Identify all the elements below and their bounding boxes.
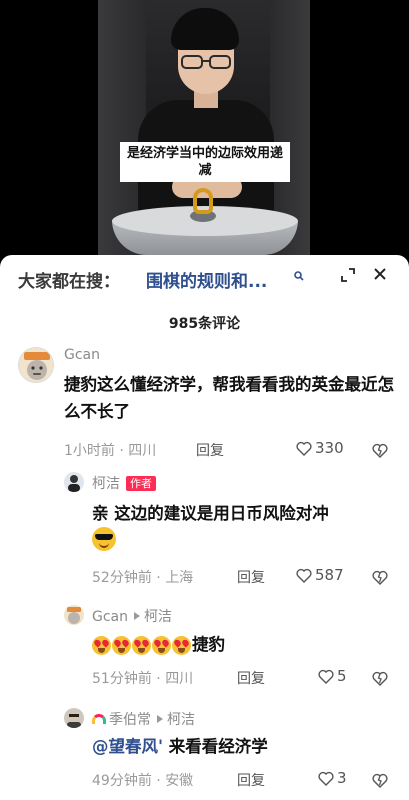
mention-link[interactable]: @望春风' — [92, 737, 163, 756]
like-button[interactable]: 330 — [296, 439, 344, 457]
glasses — [178, 55, 234, 71]
reply-arrow-icon — [157, 715, 163, 723]
like-count: 330 — [315, 439, 344, 457]
author-badge: 作者 — [126, 476, 156, 491]
avatar[interactable] — [18, 347, 54, 383]
reply-button[interactable]: 回复 — [237, 770, 265, 790]
comment-text: 亲 这边的建议是用日币风险对冲 — [92, 500, 392, 559]
like-count: 587 — [315, 566, 344, 584]
video-caption: 是经济学当中的边际效用递减 — [120, 142, 290, 182]
comment-sheet: 大家都在搜： 围棋的规则和... 985条评论 Gcan 捷豹这么懂经济学，帮我… — [0, 255, 409, 800]
search-icon[interactable] — [294, 271, 304, 281]
comment-location: 安徽 — [165, 773, 194, 789]
comment-username[interactable]: Gcan — [64, 347, 100, 363]
heart-outline-icon — [318, 771, 334, 786]
avatar[interactable] — [64, 708, 84, 728]
comment-text: 捷豹这么懂经济学，帮我看看我的英金最近怎么不长了 — [64, 375, 394, 421]
comment-time: 52分钟前 — [92, 570, 152, 586]
comment-text: @望春风' 来看看经济学 — [92, 737, 268, 756]
reply-button[interactable]: 回复 — [237, 567, 265, 587]
comment-text: 捷豹 — [92, 631, 392, 659]
comment-meta: 1小时前 · 四川 — [64, 443, 157, 459]
expand-icon[interactable] — [340, 267, 356, 283]
close-icon[interactable] — [372, 266, 388, 282]
broken-heart-icon[interactable] — [372, 772, 388, 788]
video-player[interactable]: 是经济学当中的边际效用递减 — [0, 0, 409, 255]
rainbow-emoji-icon — [92, 714, 106, 724]
search-suggestion-label: 大家都在搜： — [18, 272, 120, 292]
comment-time: 51分钟前 — [92, 671, 152, 687]
reply-button[interactable]: 回复 — [196, 440, 224, 460]
comment-time: 49分钟前 — [92, 773, 152, 789]
gadget — [193, 188, 213, 214]
comment-count: 985条评论 — [168, 316, 241, 332]
broken-heart-icon[interactable] — [372, 569, 388, 585]
comment-time: 1小时前 — [64, 443, 115, 459]
person-hair — [171, 8, 239, 50]
search-suggestion-query[interactable]: 围棋的规则和... — [146, 267, 267, 292]
reply-button[interactable]: 回复 — [237, 668, 265, 688]
like-button[interactable]: 587 — [296, 566, 344, 584]
heart-eyes-emoji-icon — [92, 632, 192, 659]
avatar[interactable] — [64, 472, 84, 492]
avatar[interactable] — [64, 605, 84, 625]
like-button[interactable]: 3 — [318, 769, 347, 787]
like-count: 5 — [337, 667, 347, 685]
sunglasses-emoji-icon — [92, 527, 116, 551]
comment-meta: 51分钟前 · 四川 — [92, 671, 194, 687]
broken-heart-icon[interactable] — [372, 670, 388, 686]
search-suggestion-bar[interactable]: 大家都在搜： 围棋的规则和... — [0, 255, 409, 299]
like-button[interactable]: 5 — [318, 667, 347, 685]
comment-location: 上海 — [165, 570, 194, 586]
broken-heart-icon[interactable] — [372, 442, 388, 458]
comment-meta: 52分钟前 · 上海 — [92, 570, 194, 586]
comment-username[interactable]: Gcan 柯洁 — [92, 606, 172, 626]
heart-outline-icon — [318, 669, 334, 684]
comment-meta: 49分钟前 · 安徽 — [92, 773, 194, 789]
heart-outline-icon — [296, 568, 312, 583]
comment-location: 四川 — [128, 443, 157, 459]
like-count: 3 — [337, 769, 347, 787]
comment-location: 四川 — [165, 671, 194, 687]
reply-arrow-icon — [134, 612, 140, 620]
heart-outline-icon — [296, 441, 312, 456]
video-frame — [98, 0, 310, 255]
comment-username[interactable]: 柯洁 作者 — [92, 473, 156, 493]
comment-username[interactable]: 季伯常 柯洁 — [92, 709, 195, 729]
